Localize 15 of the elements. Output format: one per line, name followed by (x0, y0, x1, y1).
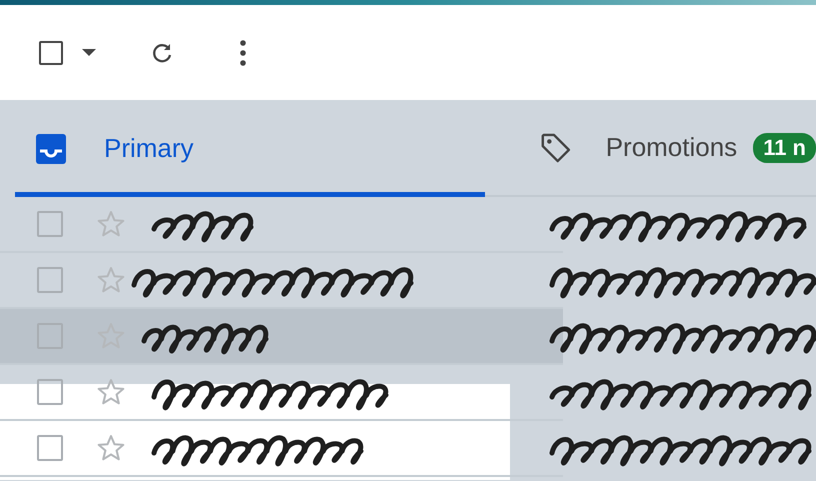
checkbox[interactable] (37, 211, 63, 237)
checkbox[interactable] (37, 323, 63, 349)
more-options-icon[interactable] (240, 40, 246, 66)
tag-icon (540, 130, 572, 164)
star-icon[interactable] (96, 209, 126, 239)
caret-icon[interactable] (82, 48, 96, 56)
checkbox[interactable] (37, 379, 63, 405)
star-icon[interactable] (96, 433, 126, 463)
checkbox[interactable] (37, 435, 63, 461)
star-icon[interactable] (96, 377, 126, 407)
star-icon[interactable] (96, 265, 126, 295)
inbox-icon (36, 134, 66, 164)
count-badge: 11 n (753, 132, 816, 162)
checkbox[interactable] (37, 267, 63, 293)
email-row[interactable] (0, 309, 816, 365)
